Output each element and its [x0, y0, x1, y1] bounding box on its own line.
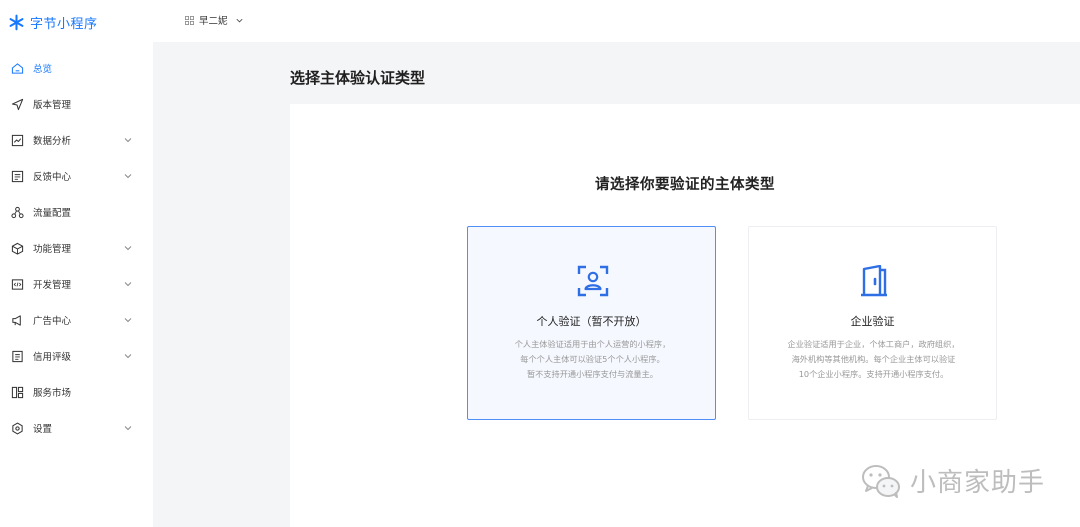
sidebar-item-label: 总览	[33, 64, 53, 75]
chevron-down-icon[interactable]	[123, 243, 133, 253]
panel-heading: 请选择你要验证的主体类型	[595, 177, 775, 193]
sidebar-item-overview[interactable]: 总览	[0, 50, 153, 86]
page-title: 选择主体验认证类型	[290, 69, 426, 87]
sidebar-item-label: 功能管理	[33, 244, 72, 255]
settings-icon	[12, 422, 23, 434]
chevron-down-icon[interactable]	[123, 171, 133, 181]
app-root: 字节小程序 总览 版本管理 数据分析 反馈中心 流量配置 功能管理 开发管理 广…	[0, 0, 1080, 527]
sidebar-nav: 总览 版本管理 数据分析 反馈中心 流量配置 功能管理 开发管理 广告中心 信用…	[0, 50, 153, 446]
enterprise-card-description: 企业验证适用于企业，个体工商户，政府组织， 海外机构等其他机构。每个企业主体可以…	[761, 337, 986, 382]
sidebar-item-label: 流量配置	[33, 208, 72, 219]
watermark-text: 小商家助手	[910, 468, 1046, 498]
description-line: 海外机构等其他机构。每个企业主体可以验证	[791, 354, 956, 364]
brand-logo[interactable]: 字节小程序	[8, 11, 98, 33]
chart-icon	[11, 134, 24, 146]
sidebar-item-ads[interactable]: 广告中心	[0, 302, 153, 338]
sidebar-item-label: 广告中心	[33, 316, 72, 327]
chevron-down-icon[interactable]	[123, 135, 133, 145]
sidebar-item-analytics[interactable]: 数据分析	[0, 122, 153, 158]
face-scan-icon	[577, 265, 609, 297]
app-name: 早二妮	[199, 16, 228, 27]
brand-name: 字节小程序	[30, 16, 98, 32]
sidebar-item-features[interactable]: 功能管理	[0, 230, 153, 266]
description-line: 10个企业小程序。支持开通小程序支付。	[798, 369, 949, 379]
personal-card-description: 个人主体验证适用于由个人运营的小程序， 每个个人主体可以验证5个个人小程序。 暂…	[480, 337, 705, 382]
message-icon	[11, 170, 24, 182]
sidebar-item-development[interactable]: 开发管理	[0, 266, 153, 302]
wechat-icon	[862, 464, 900, 498]
sidebar-item-traffic[interactable]: 流量配置	[0, 194, 153, 230]
sidebar-item-feedback[interactable]: 反馈中心	[0, 158, 153, 194]
enterprise-card-title: 企业验证	[850, 315, 895, 328]
sidebar-item-label: 服务市场	[33, 388, 72, 399]
description-line: 每个个人主体可以验证5个个人小程序。	[520, 354, 665, 364]
cube-icon	[11, 242, 24, 255]
app-switcher[interactable]: 早二妮	[185, 13, 244, 27]
home-icon	[11, 62, 24, 74]
layout-icon	[11, 386, 24, 398]
sidebar: 字节小程序 总览 版本管理 数据分析 反馈中心 流量配置 功能管理 开发管理 广…	[0, 0, 153, 527]
document-icon	[12, 350, 23, 362]
chevron-down-icon	[235, 18, 243, 22]
watermark: 小商家助手	[860, 462, 1045, 499]
enterprise-verification-card[interactable]: 企业验证 企业验证适用于企业，个体工商户，政府组织， 海外机构等其他机构。每个企…	[748, 226, 997, 420]
top-bar: 早二妮	[153, 0, 1080, 42]
sidebar-item-settings[interactable]: 设置	[0, 410, 153, 446]
sidebar-item-label: 版本管理	[33, 100, 72, 111]
sidebar-item-label: 数据分析	[33, 136, 72, 147]
sidebar-item-label: 设置	[33, 424, 53, 435]
code-icon	[11, 278, 24, 290]
door-icon	[861, 265, 887, 297]
megaphone-icon	[12, 314, 21, 326]
chevron-down-icon[interactable]	[123, 279, 133, 289]
sidebar-item-label: 反馈中心	[33, 172, 72, 183]
description-line: 企业验证适用于企业，个体工商户，政府组织，	[787, 339, 960, 349]
personal-verification-card[interactable]: 个人验证（暂不开放） 个人主体验证适用于由个人运营的小程序， 每个个人主体可以验…	[467, 226, 716, 420]
description-line: 暂不支持开通小程序支付与流量主。	[526, 369, 658, 379]
brand-logo-icon	[9, 14, 24, 30]
chevron-down-icon[interactable]	[123, 315, 133, 325]
send-icon	[11, 98, 24, 110]
network-icon	[11, 206, 24, 218]
chevron-down-icon[interactable]	[123, 423, 133, 433]
sidebar-item-version[interactable]: 版本管理	[0, 86, 153, 122]
chevron-down-icon[interactable]	[123, 351, 133, 361]
personal-card-title: 个人验证（暂不开放）	[536, 315, 647, 328]
sidebar-item-credit[interactable]: 信用评级	[0, 338, 153, 374]
sidebar-item-label: 信用评级	[33, 352, 72, 363]
grid-icon	[185, 15, 194, 25]
sidebar-item-label: 开发管理	[33, 280, 72, 291]
description-line: 个人主体验证适用于由个人运营的小程序，	[514, 339, 671, 349]
sidebar-item-market[interactable]: 服务市场	[0, 374, 153, 410]
